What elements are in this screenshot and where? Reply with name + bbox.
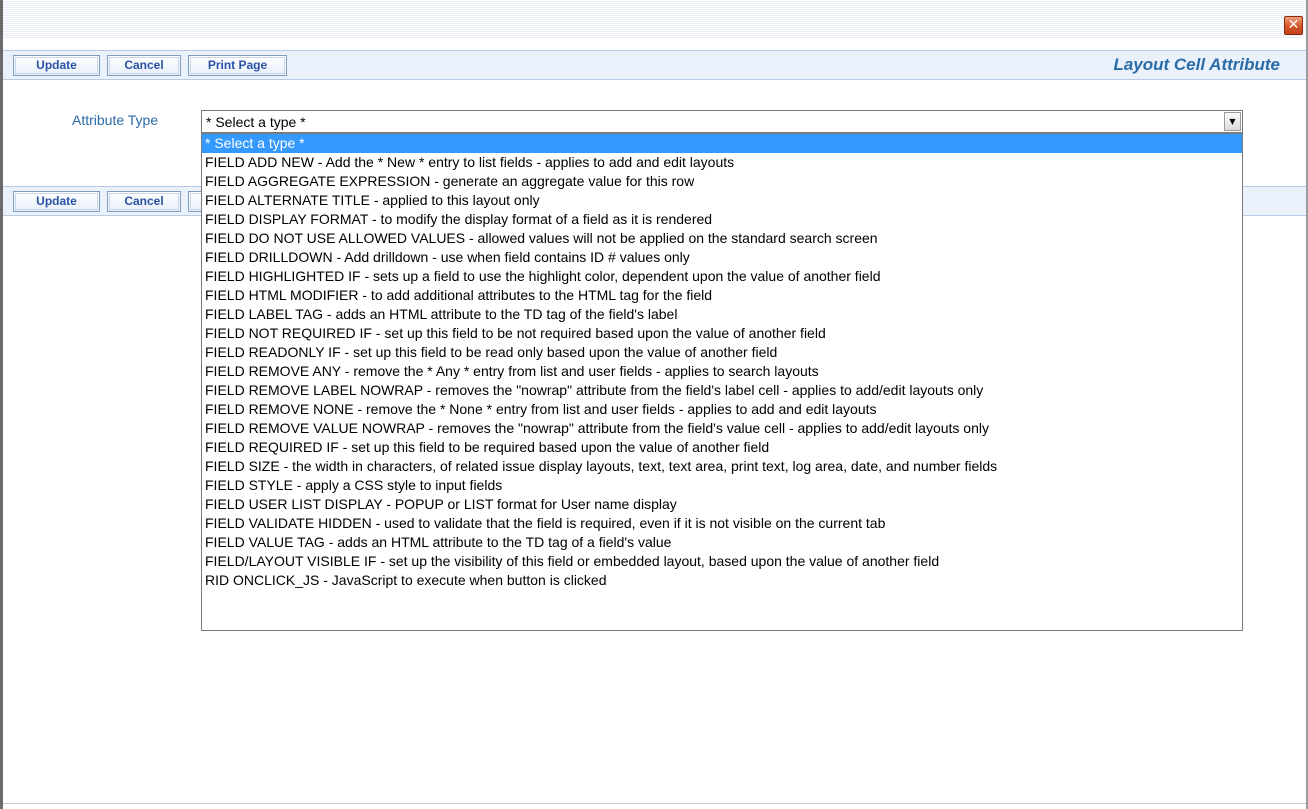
dropdown-option[interactable]: FIELD/LAYOUT VISIBLE IF - set up the vis…: [202, 552, 1242, 571]
dropdown-option[interactable]: * Select a type *: [202, 134, 1242, 153]
dropdown-option[interactable]: FIELD REMOVE VALUE NOWRAP - removes the …: [202, 419, 1242, 438]
dropdown-option[interactable]: FIELD DRILLDOWN - Add drilldown - use wh…: [202, 248, 1242, 267]
dropdown-option[interactable]: FIELD ADD NEW - Add the * New * entry to…: [202, 153, 1242, 172]
dropdown-option[interactable]: FIELD REQUIRED IF - set up this field to…: [202, 438, 1242, 457]
dropdown-option[interactable]: FIELD VALUE TAG - adds an HTML attribute…: [202, 533, 1242, 552]
dropdown-option[interactable]: RID ONCLICK_JS - JavaScript to execute w…: [202, 571, 1242, 590]
dropdown-option[interactable]: FIELD USER LIST DISPLAY - POPUP or LIST …: [202, 495, 1242, 514]
dropdown-arrow-icon[interactable]: ▼: [1224, 112, 1241, 131]
cancel-button[interactable]: Cancel: [107, 55, 181, 76]
attribute-type-options-list[interactable]: * Select a type * FIELD ADD NEW - Add the…: [201, 133, 1243, 631]
dropdown-option[interactable]: FIELD HTML MODIFIER - to add additional …: [202, 286, 1242, 305]
attribute-type-label: Attribute Type: [72, 112, 159, 128]
dialog-window: ✕ Update Cancel Print Page Layout Cell A…: [0, 0, 1308, 809]
dropdown-option[interactable]: FIELD STYLE - apply a CSS style to input…: [202, 476, 1242, 495]
top-toolbar: Update Cancel Print Page Layout Cell Att…: [3, 50, 1306, 80]
dropdown-option[interactable]: FIELD DO NOT USE ALLOWED VALUES - allowe…: [202, 229, 1242, 248]
update-button-bottom[interactable]: Update: [13, 191, 100, 212]
dropdown-option[interactable]: FIELD REMOVE ANY - remove the * Any * en…: [202, 362, 1242, 381]
divider: [3, 803, 1306, 804]
close-icon[interactable]: ✕: [1284, 16, 1303, 35]
dropdown-option[interactable]: FIELD LABEL TAG - adds an HTML attribute…: [202, 305, 1242, 324]
dropdown-option[interactable]: FIELD SIZE - the width in characters, of…: [202, 457, 1242, 476]
attribute-type-select[interactable]: * Select a type * ▼: [201, 110, 1243, 133]
dropdown-option[interactable]: FIELD REMOVE NONE - remove the * None * …: [202, 400, 1242, 419]
dropdown-option[interactable]: FIELD NOT REQUIRED IF - set up this fiel…: [202, 324, 1242, 343]
cancel-button-bottom[interactable]: Cancel: [107, 191, 181, 212]
title-bar: ✕: [3, 0, 1306, 38]
update-button[interactable]: Update: [13, 55, 100, 76]
dropdown-option[interactable]: FIELD REMOVE LABEL NOWRAP - removes the …: [202, 381, 1242, 400]
dropdown-option[interactable]: FIELD DISPLAY FORMAT - to modify the dis…: [202, 210, 1242, 229]
print-page-button[interactable]: Print Page: [188, 55, 287, 76]
dropdown-option[interactable]: FIELD READONLY IF - set up this field to…: [202, 343, 1242, 362]
dropdown-option[interactable]: FIELD ALTERNATE TITLE - applied to this …: [202, 191, 1242, 210]
dropdown-option[interactable]: FIELD AGGREGATE EXPRESSION - generate an…: [202, 172, 1242, 191]
dropdown-option[interactable]: FIELD HIGHLIGHTED IF - sets up a field t…: [202, 267, 1242, 286]
page-title: Layout Cell Attribute: [1113, 55, 1280, 74]
attribute-type-selected-value: * Select a type *: [206, 114, 306, 130]
dropdown-option[interactable]: FIELD VALIDATE HIDDEN - used to validate…: [202, 514, 1242, 533]
